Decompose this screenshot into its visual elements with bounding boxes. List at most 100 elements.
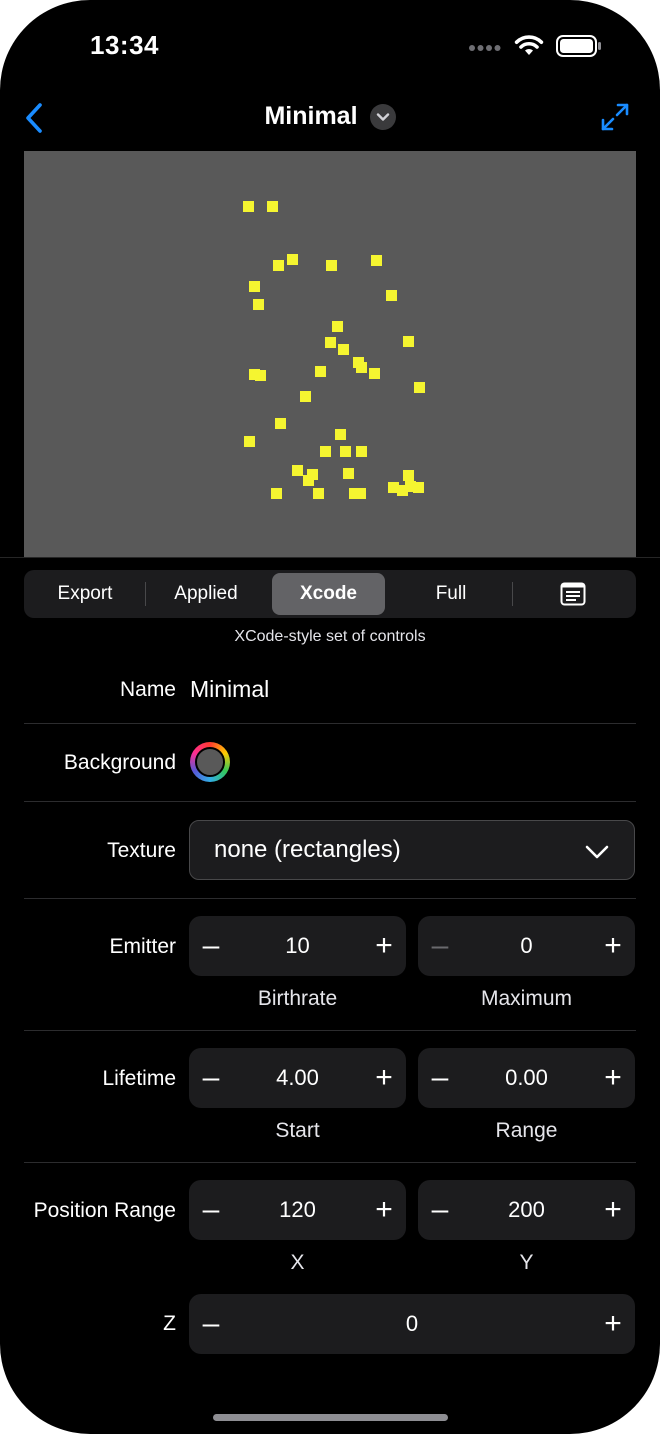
color-swatch bbox=[195, 747, 225, 777]
start-value[interactable]: 4.00 bbox=[233, 1048, 362, 1108]
particle bbox=[315, 366, 326, 377]
birthrate-caption: Birthrate bbox=[257, 987, 338, 1010]
y-stepper: – 200 + bbox=[418, 1180, 635, 1240]
cellular-signal-icon bbox=[468, 39, 502, 57]
particle bbox=[243, 201, 254, 212]
particle bbox=[320, 446, 331, 457]
particle bbox=[356, 362, 367, 373]
particle bbox=[244, 436, 255, 447]
x-increment-button[interactable]: + bbox=[362, 1180, 406, 1240]
divider bbox=[0, 557, 660, 558]
name-value[interactable]: Minimal bbox=[190, 676, 269, 703]
maximum-decrement-button[interactable]: – bbox=[418, 916, 462, 976]
particle bbox=[273, 260, 284, 271]
row-divider bbox=[24, 898, 636, 899]
battery-icon bbox=[556, 34, 602, 62]
particle bbox=[332, 321, 343, 332]
particle bbox=[292, 465, 303, 476]
texture-label: Texture bbox=[107, 839, 176, 862]
tab-segmented-control: Export Applied Xcode Full bbox=[24, 570, 636, 618]
tab-caption: XCode-style set of controls bbox=[234, 628, 426, 645]
particle bbox=[325, 337, 336, 348]
z-decrement-button[interactable]: – bbox=[189, 1294, 233, 1354]
particle bbox=[300, 391, 311, 402]
particle bbox=[275, 418, 286, 429]
tab-full[interactable]: Full bbox=[394, 573, 508, 615]
particle-preview[interactable] bbox=[24, 151, 636, 557]
particle bbox=[271, 488, 282, 499]
list-icon bbox=[560, 582, 586, 606]
tab-list[interactable] bbox=[516, 573, 630, 615]
maximum-increment-button[interactable]: + bbox=[591, 916, 635, 976]
particle bbox=[414, 382, 425, 393]
particle bbox=[369, 368, 380, 379]
start-caption: Start bbox=[275, 1119, 320, 1142]
particle bbox=[267, 201, 278, 212]
particle bbox=[403, 470, 414, 481]
range-decrement-button[interactable]: – bbox=[418, 1048, 462, 1108]
z-stepper: – 0 + bbox=[189, 1294, 635, 1354]
z-value[interactable]: 0 bbox=[233, 1294, 591, 1354]
home-indicator[interactable] bbox=[213, 1414, 448, 1421]
maximum-stepper: – 0 + bbox=[418, 916, 635, 976]
z-increment-button[interactable]: + bbox=[591, 1294, 635, 1354]
x-decrement-button[interactable]: – bbox=[189, 1180, 233, 1240]
x-caption: X bbox=[290, 1251, 305, 1274]
title-menu-button[interactable]: Minimal bbox=[0, 102, 660, 131]
tab-xcode[interactable]: Xcode bbox=[272, 573, 385, 615]
y-caption: Y bbox=[519, 1251, 534, 1274]
tab-applied[interactable]: Applied bbox=[150, 573, 262, 615]
tab-export[interactable]: Export bbox=[30, 573, 140, 615]
particle bbox=[338, 344, 349, 355]
row-divider bbox=[24, 1030, 636, 1031]
texture-dropdown[interactable]: none (rectangles) bbox=[189, 820, 635, 880]
particle bbox=[255, 370, 266, 381]
emitter-label: Emitter bbox=[109, 935, 176, 958]
start-increment-button[interactable]: + bbox=[362, 1048, 406, 1108]
range-increment-button[interactable]: + bbox=[591, 1048, 635, 1108]
status-time: 13:34 bbox=[90, 30, 159, 60]
particle bbox=[340, 446, 351, 457]
start-decrement-button[interactable]: – bbox=[189, 1048, 233, 1108]
segment-divider bbox=[512, 582, 513, 606]
maximum-caption: Maximum bbox=[480, 987, 572, 1010]
y-value[interactable]: 200 bbox=[462, 1180, 591, 1240]
segment-divider bbox=[145, 582, 146, 606]
particle bbox=[253, 299, 264, 310]
birthrate-stepper: – 10 + bbox=[189, 916, 406, 976]
particle bbox=[355, 488, 366, 499]
birthrate-value[interactable]: 10 bbox=[233, 916, 362, 976]
particle bbox=[287, 254, 298, 265]
x-stepper: – 120 + bbox=[189, 1180, 406, 1240]
particle bbox=[371, 255, 382, 266]
birthrate-increment-button[interactable]: + bbox=[362, 916, 406, 976]
range-caption: Range bbox=[495, 1119, 558, 1142]
row-divider bbox=[24, 801, 636, 802]
particle bbox=[249, 281, 260, 292]
app-screen: 13:34 Minimal Export Applied Xcode Full … bbox=[0, 0, 660, 1434]
status-icons bbox=[468, 34, 602, 62]
x-value[interactable]: 120 bbox=[233, 1180, 362, 1240]
position-range-label: Position Range bbox=[33, 1199, 176, 1222]
range-value[interactable]: 0.00 bbox=[462, 1048, 591, 1108]
birthrate-decrement-button[interactable]: – bbox=[189, 916, 233, 976]
navigation-bar: Minimal bbox=[0, 96, 660, 144]
particle bbox=[326, 260, 337, 271]
background-color-well[interactable] bbox=[190, 742, 230, 782]
particle bbox=[303, 475, 314, 486]
background-label: Background bbox=[63, 751, 176, 774]
range-stepper: – 0.00 + bbox=[418, 1048, 635, 1108]
particle bbox=[413, 482, 424, 493]
particle bbox=[403, 336, 414, 347]
particle bbox=[313, 488, 324, 499]
expand-icon[interactable] bbox=[600, 102, 630, 132]
texture-value: none (rectangles) bbox=[214, 836, 401, 863]
chevron-down-circle-icon bbox=[369, 103, 396, 130]
particle bbox=[335, 429, 346, 440]
y-decrement-button[interactable]: – bbox=[418, 1180, 462, 1240]
chevron-down-icon bbox=[585, 845, 609, 859]
nav-title: Minimal bbox=[264, 102, 358, 130]
maximum-value[interactable]: 0 bbox=[462, 916, 591, 976]
y-increment-button[interactable]: + bbox=[591, 1180, 635, 1240]
status-bar: 13:34 bbox=[0, 0, 660, 100]
